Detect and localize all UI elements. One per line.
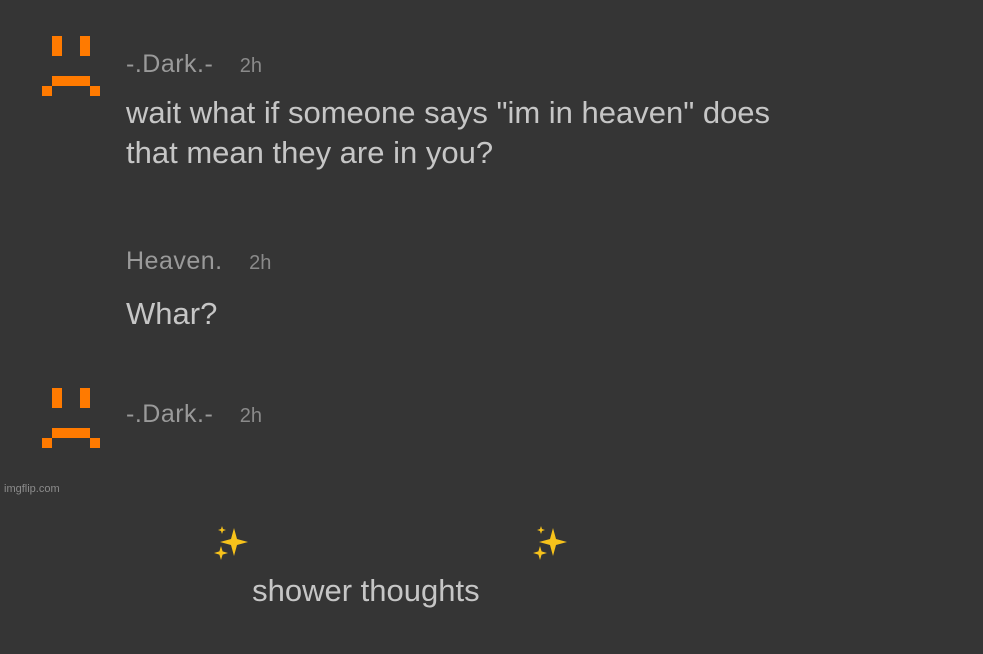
message-3: -.Dark.- 2h shower thoughts <box>0 360 983 608</box>
message-text: Whar? <box>126 296 218 331</box>
username[interactable]: -.Dark.- <box>126 400 213 428</box>
timestamp: 2h <box>239 55 263 77</box>
message-2: Heaven. 2h Whar? <box>0 230 983 360</box>
avatar[interactable] <box>38 388 104 454</box>
sparkles-icon <box>480 484 572 614</box>
watermark: imgflip.com <box>4 483 60 495</box>
avatar[interactable] <box>38 36 104 102</box>
timestamp: 2h <box>239 405 263 427</box>
message-text-row: shower thoughts <box>126 444 571 654</box>
message-1: -.Dark.- 2h wait what if someone says "i… <box>0 0 983 230</box>
username[interactable]: -.Dark.- <box>126 50 213 78</box>
sparkles-icon <box>160 484 252 614</box>
message-text: wait what if someone says "im in heaven"… <box>126 95 771 170</box>
timestamp: 2h <box>249 252 272 274</box>
username[interactable]: Heaven. <box>126 247 223 275</box>
message-text: shower thoughts <box>252 573 480 608</box>
sad-face-icon <box>42 36 100 96</box>
sad-face-icon <box>42 388 100 448</box>
